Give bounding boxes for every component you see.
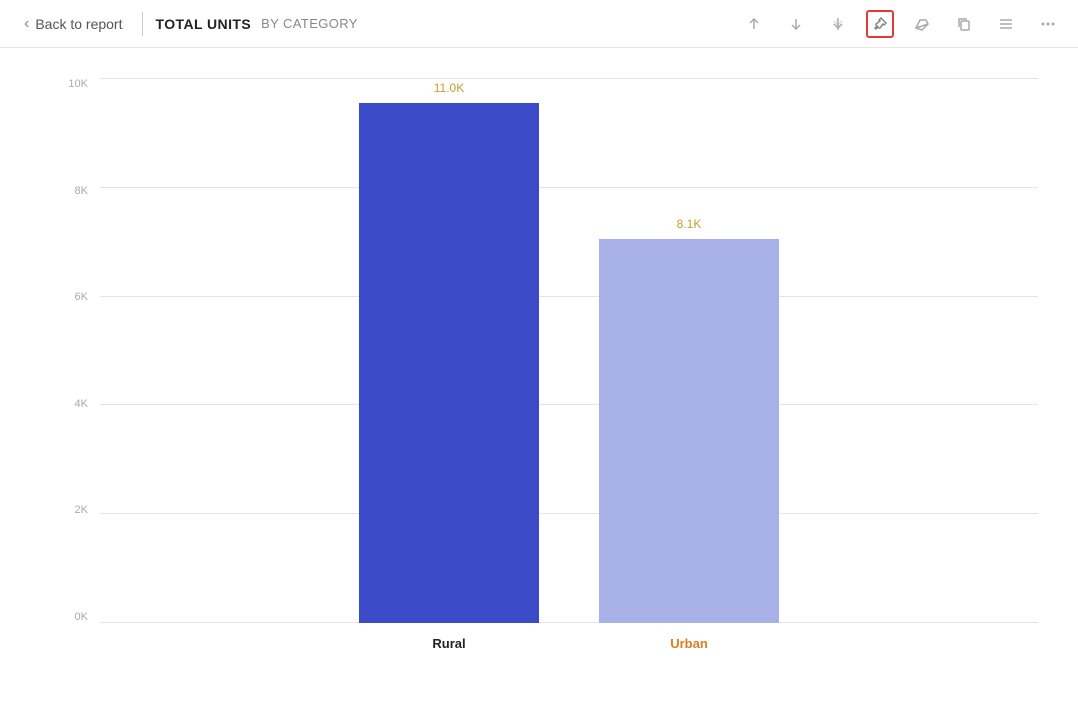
y-label-6k: 6K: [75, 291, 88, 303]
vertical-divider: [142, 12, 143, 36]
y-label-0k: 0K: [75, 611, 88, 623]
back-label: Back to report: [35, 16, 122, 32]
page-title: TOTAL UNITS: [155, 16, 251, 32]
sort-descending-icon[interactable]: [782, 10, 810, 38]
bar-value-urban: 8.1K: [677, 217, 702, 231]
bar-urban[interactable]: [599, 239, 779, 623]
sort-double-descending-icon[interactable]: [824, 10, 852, 38]
pin-icon[interactable]: [866, 10, 894, 38]
y-label-8k: 8K: [75, 185, 88, 197]
menu-icon[interactable]: [992, 10, 1020, 38]
toolbar-right: [740, 10, 1062, 38]
toolbar: ‹ Back to report TOTAL UNITS BY CATEGORY: [0, 0, 1078, 48]
back-button[interactable]: ‹ Back to report: [16, 11, 130, 37]
y-label-10k: 10K: [68, 78, 88, 90]
copy-icon[interactable]: [950, 10, 978, 38]
bar-group-rural: 11.0K: [359, 81, 539, 623]
bar-group-urban: 8.1K: [599, 217, 779, 623]
y-label-4k: 4K: [75, 398, 88, 410]
toolbar-left: ‹ Back to report TOTAL UNITS BY CATEGORY: [16, 11, 358, 37]
x-label-rural: Rural: [432, 636, 465, 651]
sort-ascending-icon[interactable]: [740, 10, 768, 38]
chevron-left-icon: ‹: [24, 15, 29, 33]
y-axis: 0K 2K 4K 6K 8K 10K: [60, 68, 100, 653]
chart-inner: 11.0K 8.1K Rural Urban: [100, 68, 1038, 653]
x-labels: Rural Urban: [100, 635, 1038, 653]
page-subtitle: BY CATEGORY: [261, 16, 358, 31]
x-label-urban: Urban: [670, 636, 708, 651]
x-label-group-rural: Rural: [359, 635, 539, 653]
eraser-icon[interactable]: [908, 10, 936, 38]
more-options-icon[interactable]: [1034, 10, 1062, 38]
bars-container: 11.0K 8.1K: [100, 78, 1038, 623]
x-label-group-urban: Urban: [599, 635, 779, 653]
chart-area: 0K 2K 4K 6K 8K 10K 11.0K 8.1K: [0, 48, 1078, 713]
bar-value-rural: 11.0K: [434, 81, 464, 95]
bar-rural[interactable]: [359, 103, 539, 623]
y-label-2k: 2K: [75, 504, 88, 516]
